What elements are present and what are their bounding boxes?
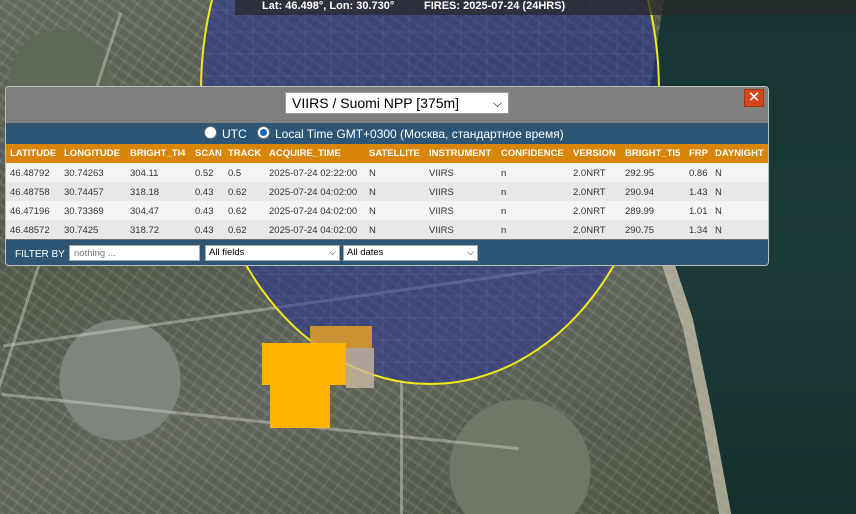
table-cell: 0.43	[195, 225, 214, 236]
table-cell: 1.01	[689, 206, 708, 217]
table-cell: 2025-07-24 04:02:00	[269, 206, 358, 217]
table-cell: 2.0NRT	[573, 168, 606, 179]
table-cell: 30.74263	[64, 168, 104, 179]
table-cell: N	[715, 206, 722, 217]
table-cell: n	[501, 168, 507, 179]
fires-date-label: FIRES: 2025-07-24 (24HRS)	[424, 0, 566, 12]
table-row[interactable]: 46.47196 30.73369 304.47 0.43 0.62 2025-…	[6, 201, 768, 220]
table-cell: 2025-07-24 04:02:00	[269, 187, 358, 198]
filter-label: FILTER BY	[15, 249, 65, 260]
cursor-coordinates: Lat: 46.498°, Lon: 30.730°	[262, 0, 395, 12]
fire-pixel[interactable]	[346, 348, 374, 388]
table-cell: 290.75	[625, 225, 655, 236]
table-cell: 289.99	[625, 206, 655, 217]
table-cell: N	[369, 168, 376, 179]
table-cell: VIIRS	[429, 225, 454, 236]
table-row[interactable]: 46.48758 30.74457 318.18 0.43 0.62 2025-…	[6, 182, 768, 201]
table-cell: N	[369, 206, 376, 217]
table-cell: VIIRS	[429, 187, 454, 198]
table-cell: 290.94	[625, 187, 655, 198]
table-cell: 1.34	[689, 225, 708, 236]
table-row[interactable]: 46.48792 30.74263 304.11 0.52 0.5 2025-0…	[6, 163, 768, 182]
column-header[interactable]: SCAN	[195, 148, 222, 159]
table-cell: n	[501, 225, 507, 236]
table-cell: 30.7425	[64, 225, 99, 236]
table-cell: N	[715, 168, 722, 179]
map-road	[400, 380, 403, 514]
column-header[interactable]: FRP	[689, 148, 708, 159]
filter-input[interactable]	[69, 245, 200, 261]
column-header[interactable]: LONGITUDE	[64, 148, 120, 159]
filter-bar: FILTER BY All fields ⌵ All dates ⌵	[6, 240, 768, 265]
table-cell: 0.86	[689, 168, 708, 179]
table-cell: N	[369, 187, 376, 198]
table-cell: 0.43	[195, 206, 214, 217]
table-cell: 2.0NRT	[573, 225, 606, 236]
table-cell: 304.11	[130, 168, 159, 179]
table-header: LATITUDE LONGITUDE BRIGHT_TI4 SCAN TRACK…	[6, 144, 768, 163]
table-cell: 304.47	[130, 206, 160, 217]
column-header[interactable]: ACQUIRE_TIME	[269, 148, 341, 159]
field-filter-select[interactable]: All fields ⌵	[205, 245, 340, 261]
table-cell: 46.48758	[10, 187, 50, 198]
table-cell: n	[501, 206, 507, 217]
table-cell: 0.43	[195, 187, 214, 198]
local-time-label: Local Time GMT+0300 (Москва, стандартное…	[275, 127, 564, 141]
fire-pixel[interactable]	[262, 343, 346, 385]
field-filter-value: All fields	[209, 247, 245, 258]
column-header[interactable]: DAYNIGHT	[715, 148, 764, 159]
column-header[interactable]: TRACK	[228, 148, 261, 159]
table-cell: 2.0NRT	[573, 206, 606, 217]
source-select[interactable]: VIIRS / Suomi NPP [375m] ⌵	[285, 92, 509, 114]
column-header[interactable]: BRIGHT_TI4	[130, 148, 185, 159]
table-cell: 0.5	[228, 168, 242, 179]
chevron-down-icon: ⌵	[492, 96, 502, 110]
utc-radio[interactable]	[204, 126, 217, 139]
map-road	[1, 392, 519, 451]
table-cell: N	[715, 187, 722, 198]
table-cell: VIIRS	[429, 168, 454, 179]
table-cell: 0.62	[228, 206, 247, 217]
table-cell: n	[501, 187, 507, 198]
table-row[interactable]: 46.48572 30.7425 318.72 0.43 0.62 2025-0…	[6, 220, 768, 239]
table-cell: 2.0NRT	[573, 187, 606, 198]
status-bar: Lat: 46.498°, Lon: 30.730° FIRES: 2025-0…	[235, 0, 856, 15]
column-header[interactable]: BRIGHT_TI5	[625, 148, 680, 159]
table-cell: 30.74457	[64, 187, 104, 198]
column-header[interactable]: VERSION	[573, 148, 616, 159]
table-cell: N	[715, 225, 722, 236]
table-cell: 318.18	[130, 187, 160, 198]
timezone-row: UTC Local Time GMT+0300 (Москва, стандар…	[6, 123, 768, 144]
table-cell: 2025-07-24 04:02:00	[269, 225, 358, 236]
fire-info-panel: VIIRS / Suomi NPP [375m] ⌵ ✕ UTC Local T…	[5, 86, 769, 266]
table-cell: 30.73369	[64, 206, 104, 217]
source-select-value: VIIRS / Suomi NPP [375m]	[292, 95, 460, 111]
table-cell: 46.48572	[10, 225, 50, 236]
column-header[interactable]: INSTRUMENT	[429, 148, 491, 159]
date-filter-select[interactable]: All dates ⌵	[343, 245, 478, 261]
column-header[interactable]: LATITUDE	[10, 148, 56, 159]
table-cell: 46.47196	[10, 206, 50, 217]
table-cell: 46.48792	[10, 168, 50, 179]
panel-header: VIIRS / Suomi NPP [375m] ⌵ ✕	[6, 87, 768, 123]
date-filter-value: All dates	[347, 247, 384, 258]
table-cell: N	[369, 225, 376, 236]
chevron-down-icon: ⌵	[467, 247, 474, 257]
close-button[interactable]: ✕	[744, 89, 764, 107]
table-cell: 0.62	[228, 225, 247, 236]
table-cell: 318.72	[130, 225, 160, 236]
utc-label: UTC	[222, 127, 247, 141]
table-cell: 292.95	[625, 168, 655, 179]
local-time-radio[interactable]	[257, 126, 270, 139]
fire-pixel[interactable]	[270, 384, 330, 428]
table-cell: 1.43	[689, 187, 708, 198]
column-header[interactable]: SATELLITE	[369, 148, 420, 159]
table-cell: 0.52	[195, 168, 214, 179]
table-cell: 0.62	[228, 187, 247, 198]
table-cell: VIIRS	[429, 206, 454, 217]
column-header[interactable]: CONFIDENCE	[501, 148, 564, 159]
chevron-down-icon: ⌵	[329, 247, 336, 257]
table-cell: 2025-07-24 02:22:00	[269, 168, 358, 179]
